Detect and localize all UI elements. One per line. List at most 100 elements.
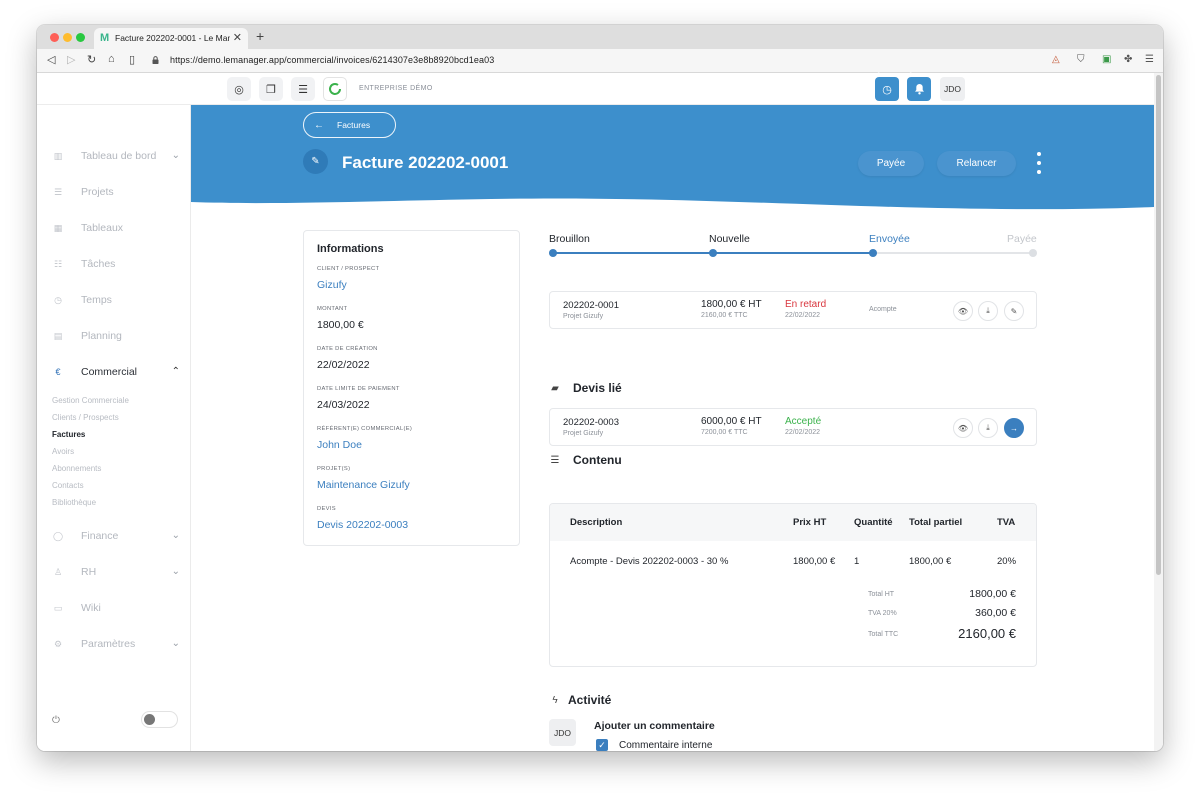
address-bar[interactable]: https://demo.lemanager.app/commercial/in…	[170, 55, 494, 65]
money-icon: ▰	[551, 382, 559, 394]
list-menu-icon[interactable]: ☰	[291, 77, 315, 101]
sidebar-sub-contacts[interactable]: Contacts	[52, 481, 84, 490]
dashboard-icon: ▥	[53, 150, 63, 161]
info-title: Informations	[317, 243, 384, 255]
edit-icon[interactable]: ✎	[1004, 301, 1024, 321]
minimize-window-button[interactable]	[63, 33, 72, 42]
more-options-icon[interactable]	[1035, 152, 1043, 174]
finance-icon: ◯	[52, 530, 64, 541]
sidebar-sub-commercial-management[interactable]: Gestion Commerciale	[52, 396, 129, 405]
content-table-header: Description Prix HT Quantité Total parti…	[550, 504, 1036, 541]
client-link[interactable]: Gizufy	[317, 279, 347, 291]
chevron-down-icon: ⌄	[171, 638, 180, 649]
scroll-thumb[interactable]	[1156, 75, 1161, 575]
created-label: DATE DE CRÉATION	[317, 346, 378, 352]
tab-close-icon[interactable]: ✕	[233, 31, 242, 44]
sidebar-item-tasks[interactable]: ☷ Tâches	[52, 256, 180, 272]
zoom-window-button[interactable]	[76, 33, 85, 42]
step-sent[interactable]: Envoyée	[869, 233, 910, 245]
sidebar-item-settings[interactable]: ⚙ Paramètres ⌄	[52, 636, 180, 652]
close-window-button[interactable]	[50, 33, 59, 42]
gear-icon: ⚙	[53, 638, 63, 649]
logout-power-icon[interactable]: ⏻	[52, 715, 60, 726]
referent-label: RÉFÉRENT(E) COMMERCIAL(E)	[317, 426, 413, 432]
notifications-button[interactable]	[907, 77, 931, 101]
total-ttc-value: 2160,00 €	[958, 626, 1016, 641]
puzzle-icon[interactable]: ✤	[1124, 54, 1132, 65]
menu-icon[interactable]: ☰	[1145, 54, 1154, 65]
dark-mode-toggle[interactable]	[141, 711, 178, 728]
user-icon: ♙	[53, 566, 63, 577]
grid-icon: ▦	[53, 222, 63, 233]
vat-value: 360,00 €	[975, 607, 1016, 619]
view-eye-icon[interactable]: 👁	[953, 418, 973, 438]
project-link[interactable]: Maintenance Gizufy	[317, 479, 410, 491]
sidebar-item-commercial[interactable]: € Commercial ⌃	[52, 364, 180, 380]
home-icon[interactable]: ⌂	[108, 53, 115, 65]
bookmark-icon[interactable]: ▯	[129, 53, 135, 66]
sidebar-sub-credit-notes[interactable]: Avoirs	[52, 447, 74, 456]
browser-toolbar: ◁ ▷ ↻ ⌂ ▯ https://demo.lemanager.app/com…	[37, 49, 1163, 73]
sidebar-sub-library[interactable]: Bibliothèque	[52, 498, 96, 507]
reload-icon[interactable]: ↻	[87, 53, 96, 66]
extension-icon[interactable]: ▣	[1102, 54, 1111, 65]
timer-button[interactable]: ◷	[875, 77, 899, 101]
linked-quote-row: 202202-0003 Projet Gizufy 6000,00 € HT 7…	[549, 408, 1037, 446]
internal-comment-checkbox[interactable]: ✓	[596, 739, 608, 751]
privacy-icon[interactable]: ◬	[1052, 54, 1060, 65]
sidebar-item-label: Commercial	[81, 366, 138, 378]
sidebar-item-time[interactable]: ◷ Temps	[52, 292, 180, 308]
remind-button[interactable]: Relancer	[937, 151, 1016, 176]
sidebar-item-finance[interactable]: ◯ Finance ⌄	[52, 528, 180, 544]
step-new[interactable]: Nouvelle	[709, 233, 750, 245]
total-ttc-label: Total TTC	[868, 631, 899, 638]
timer-count: 0	[877, 73, 881, 79]
invoice-type: Acompte	[869, 306, 897, 313]
content-header: ☰ Contenu	[549, 453, 622, 467]
sidebar-item-wiki[interactable]: ▭ Wiki	[52, 600, 180, 616]
status-stepper: Brouillon Nouvelle Envoyée Payée	[549, 233, 1037, 259]
sidebar-item-label: Planning	[81, 330, 122, 342]
download-icon[interactable]: ⤓	[978, 418, 998, 438]
moon-icon	[144, 714, 155, 725]
browser-tab[interactable]: M Facture 202202-0001 - Le Man ✕	[94, 28, 248, 49]
sidebar-sub-subscriptions[interactable]: Abonnements	[52, 464, 101, 473]
user-avatar[interactable]: JDO	[940, 77, 965, 101]
step-draft[interactable]: Brouillon	[549, 233, 590, 245]
windows-icon[interactable]: ❐	[259, 77, 283, 101]
sidebar-item-planning[interactable]: ▤ Planning	[52, 328, 180, 344]
new-tab-icon[interactable]: +	[256, 28, 264, 44]
step-paid[interactable]: Payée	[1007, 233, 1037, 245]
sidebar-item-dashboard[interactable]: ▥ Tableau de bord ⌄	[52, 148, 180, 164]
sidebar-sub-clients[interactable]: Clients / Prospects	[52, 413, 119, 422]
clock-icon: ◷	[54, 294, 62, 305]
view-eye-icon[interactable]: 👁	[953, 301, 973, 321]
step-dot-draft	[549, 249, 557, 257]
edit-pencil-icon[interactable]: ✎	[303, 149, 328, 174]
total-ht-value: 1800,00 €	[969, 588, 1016, 600]
quote-link[interactable]: Devis 202202-0003	[317, 519, 408, 531]
step-dot-new	[709, 249, 717, 257]
sidebar-item-boards[interactable]: ▦ Tableaux	[52, 220, 180, 236]
chevron-down-icon: ⌄	[171, 150, 180, 161]
quick-create-icon[interactable]: ◎	[227, 77, 251, 101]
referent-link[interactable]: John Doe	[317, 439, 362, 451]
download-icon[interactable]: ⤓	[978, 301, 998, 321]
linked-quote-header: ▰ Devis lié	[549, 381, 622, 395]
mark-paid-button[interactable]: Payée	[858, 151, 924, 176]
back-icon[interactable]: ◁	[47, 53, 55, 66]
brave-shield-icon[interactable]: ⛉	[1077, 54, 1085, 65]
sidebar-sub-invoices[interactable]: Factures	[52, 430, 85, 439]
page-title: Facture 202202-0001	[342, 153, 509, 172]
step-dot-paid	[1029, 249, 1037, 257]
col-vat: TVA	[997, 517, 1016, 528]
open-arrow-icon[interactable]: →	[1004, 418, 1024, 438]
internal-comment-label: Commentaire interne	[619, 740, 713, 751]
sidebar-item-hr[interactable]: ♙ RH ⌄	[52, 564, 180, 580]
page-scrollbar[interactable]	[1154, 73, 1163, 751]
forward-icon[interactable]: ▷	[67, 53, 75, 66]
back-to-invoices-button[interactable]: ← Factures	[303, 112, 396, 138]
bell-icon	[914, 84, 924, 95]
activity-title: Activité	[568, 693, 612, 707]
sidebar-item-projects[interactable]: ☰ Projets	[52, 184, 180, 200]
